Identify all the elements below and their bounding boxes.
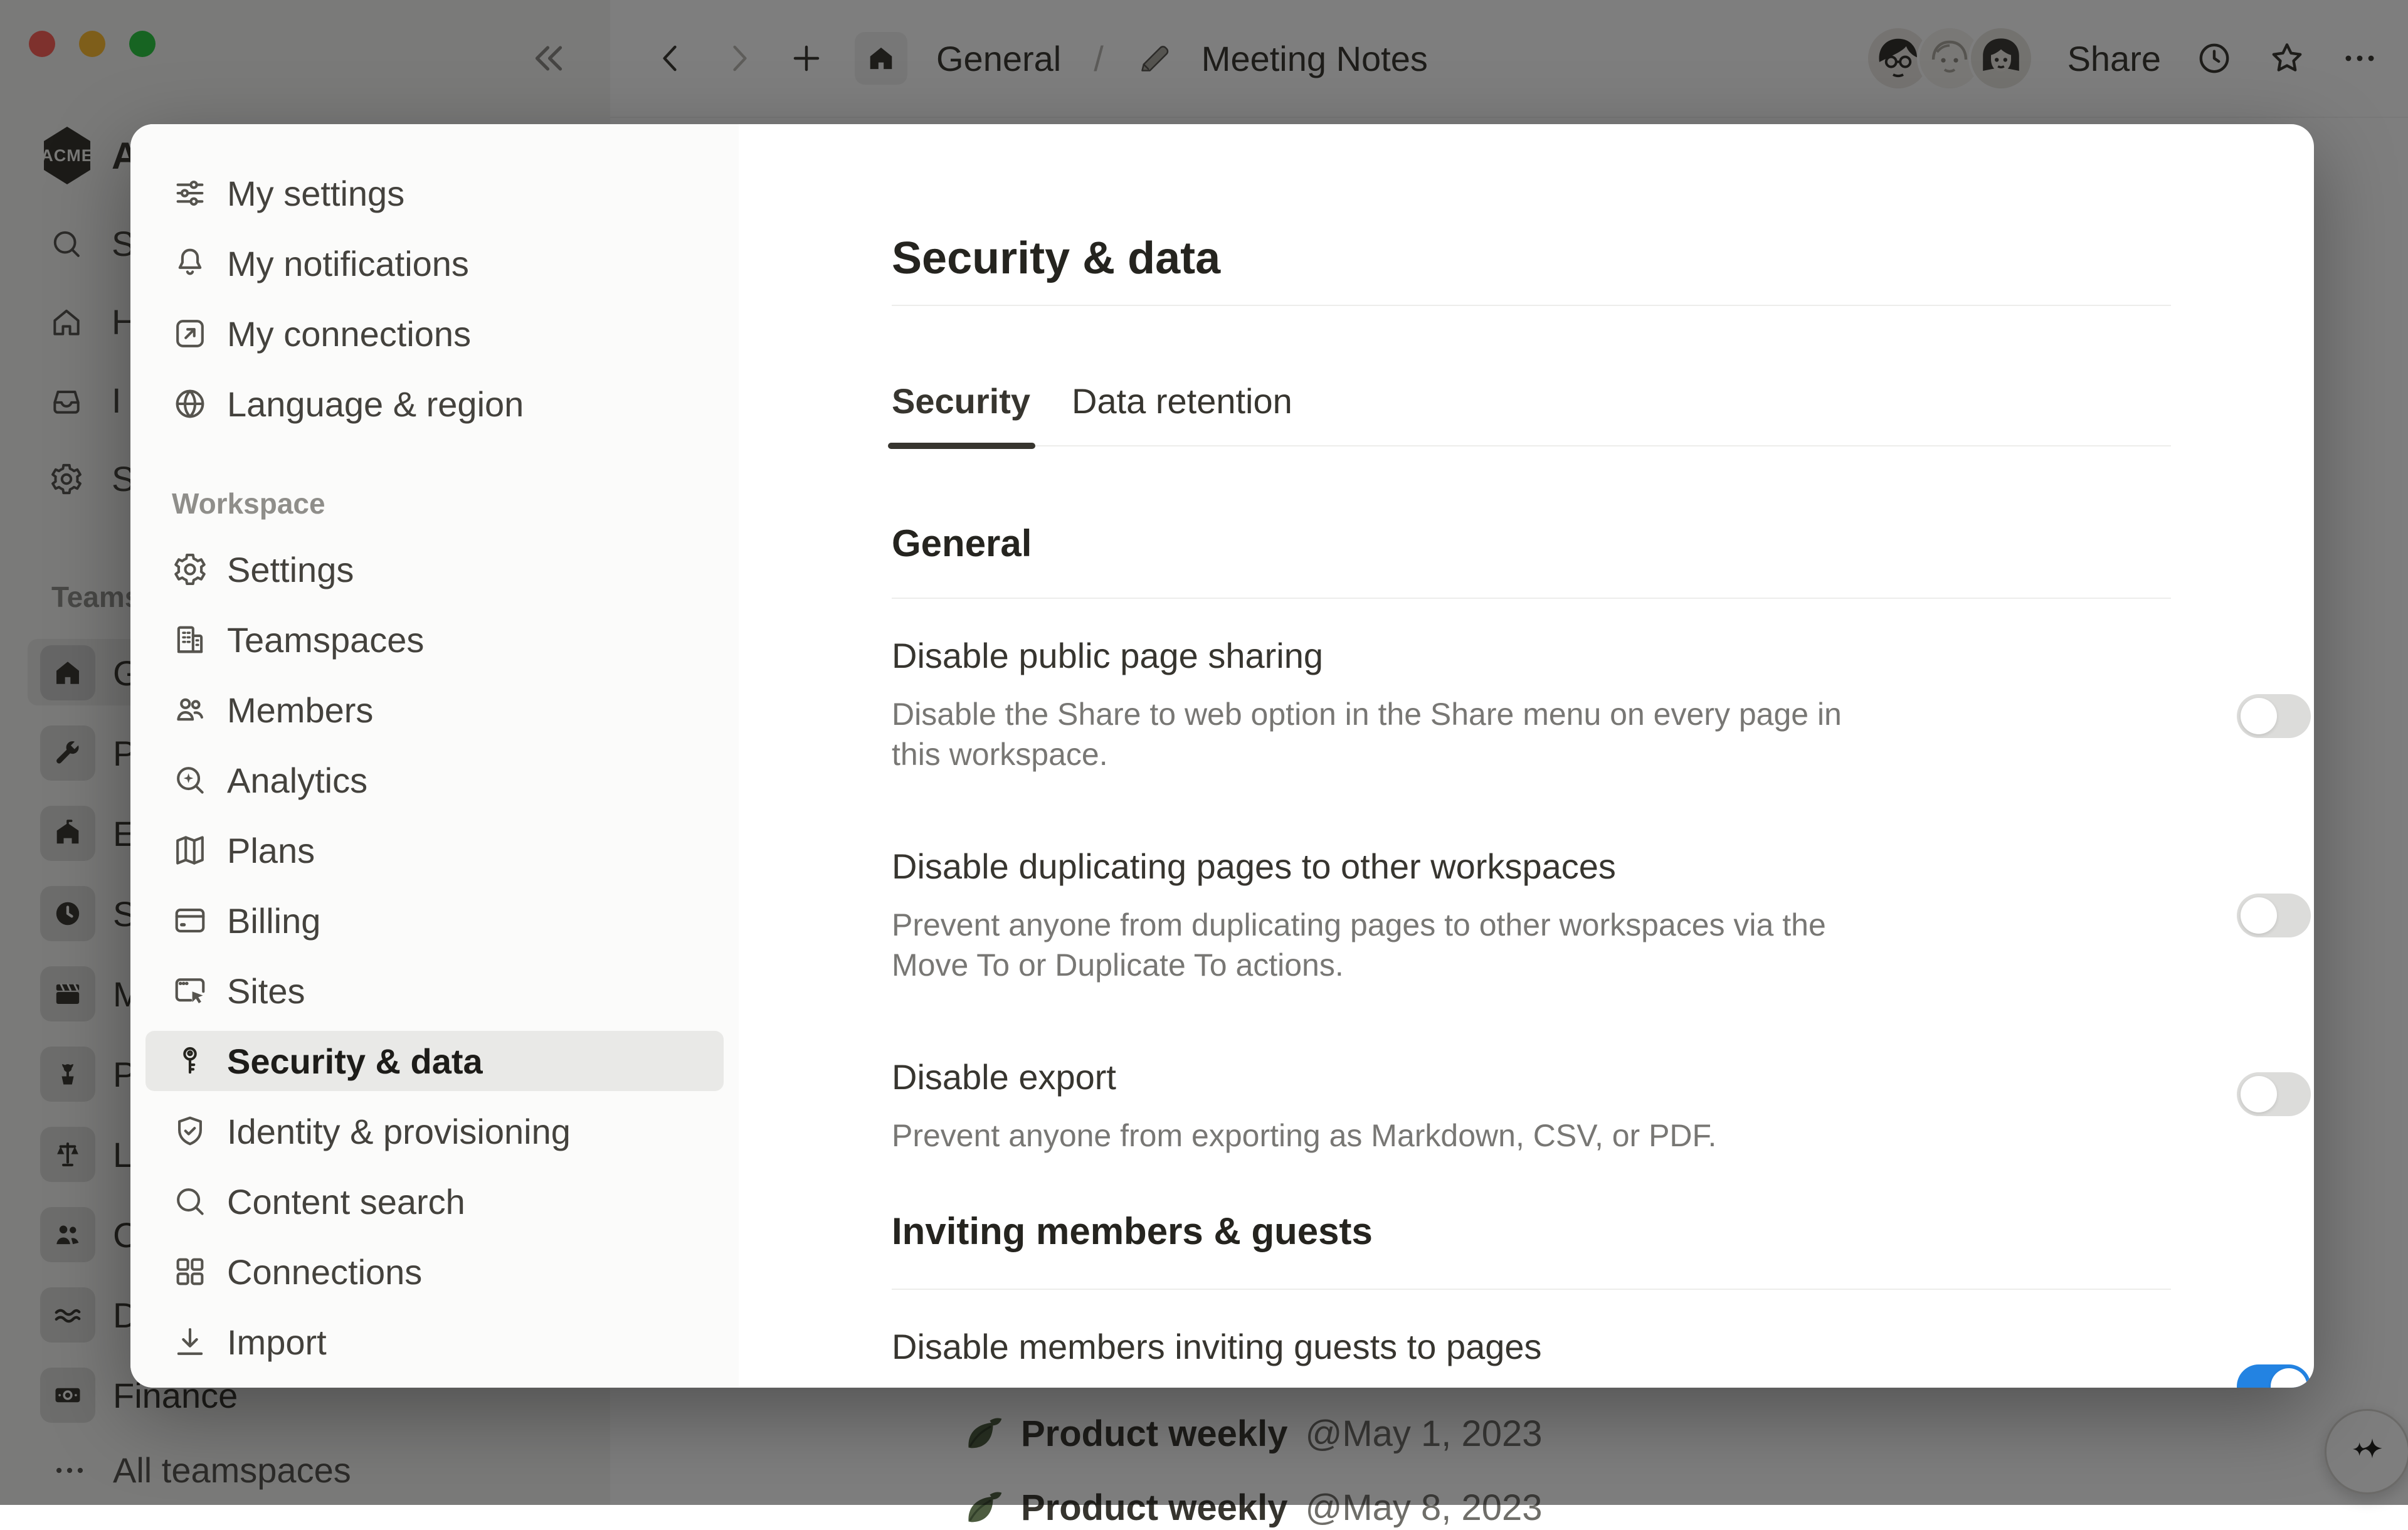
settings-nav-sites[interactable]: Sites [145,961,724,1021]
workspace-section-label: Workspace [172,487,739,520]
settings-nav-plans[interactable]: Plans [145,820,724,880]
settings-nav-settings[interactable]: Settings [145,539,724,599]
setting-row: Disable members inviting guests to pages [892,1290,2314,1388]
setting-row: Disable duplicating pages to other works… [892,810,2314,1020]
setting-title: Disable export [892,1055,2201,1099]
setting-row: Disable export Prevent anyone from export… [892,1020,2314,1191]
section-heading: Inviting members & guests [892,1208,2314,1255]
settings-nav-label: Import [227,1322,327,1363]
toggle-knob [2241,897,2277,934]
settings-nav-my-settings[interactable]: My settings [145,163,724,223]
toggle-knob [2271,1368,2307,1388]
settings-nav-label: Analytics [227,760,367,801]
settings-content: Security & data SecurityData retention G… [739,124,2314,1388]
active-tab-underline [888,443,1035,449]
toggle-knob [2241,1076,2277,1112]
setting-title: Disable public page sharing [892,634,2201,678]
building-icon [172,621,208,658]
toggle-knob [2241,698,2277,734]
page-title: Security & data [892,231,2314,286]
gear-icon [172,551,208,588]
key-icon [172,1043,208,1079]
section-heading: General [892,520,2314,567]
settings-nav-label: Billing [227,900,320,941]
toggle-off[interactable] [2237,1072,2311,1116]
shield-check-icon [172,1113,208,1149]
settings-sidebar: My settings My notifications My connection… [130,124,739,1388]
settings-nav-teamspaces[interactable]: Teamspaces [145,609,724,670]
settings-nav-my-notifications[interactable]: My notifications [145,233,724,293]
download-icon [172,1324,208,1360]
sliders-icon [172,175,208,211]
settings-nav-label: Teamspaces [227,620,424,660]
settings-nav-label: Plans [227,830,315,871]
toggle-off[interactable] [2237,694,2311,738]
browser-cursor-icon [172,973,208,1009]
settings-nav-label: Settings [227,549,354,590]
settings-nav-label: My notifications [227,243,469,284]
settings-nav-label: My settings [227,173,404,214]
settings-nav-connections[interactable]: Connections [145,1242,724,1302]
settings-nav-security-data[interactable]: Security & data [145,1031,724,1091]
bell-icon [172,245,208,282]
grid-icon [172,1253,208,1290]
settings-nav-billing[interactable]: Billing [145,890,724,951]
settings-nav-language-region[interactable]: Language & region [145,374,724,434]
globe-icon [172,386,208,422]
app-window: ACME A SHIS Teams GPESMPLCDFinance All t… [0,0,2408,1505]
divider [892,305,2171,306]
tab-data-retention[interactable]: Data retention [1072,380,1292,455]
setting-description: Disable the Share to web option in the S… [892,694,1883,774]
settings-nav-my-connections[interactable]: My connections [145,303,724,364]
settings-nav-label: My connections [227,314,471,354]
settings-modal: My settings My notifications My connection… [130,124,2314,1388]
setting-description: Prevent anyone from duplicating pages to… [892,905,1883,985]
setting-description: Prevent anyone from exporting as Markdow… [892,1116,1883,1156]
settings-nav-identity-provisioning[interactable]: Identity & provisioning [145,1101,724,1161]
settings-nav-label: Security & data [227,1041,483,1082]
settings-nav-label: Language & region [227,384,524,425]
settings-nav-label: Content search [227,1181,465,1222]
settings-nav-label: Members [227,690,373,731]
setting-row: Disable public page sharing Disable the S… [892,599,2314,810]
settings-nav-import[interactable]: Import [145,1312,724,1372]
arrow-up-right-square-icon [172,315,208,352]
toggle-on[interactable] [2237,1364,2311,1388]
settings-nav-content-search[interactable]: Content search [145,1171,724,1232]
magnifier-icon [172,1183,208,1220]
analytics-icon [172,762,208,798]
settings-nav-label: Sites [227,971,305,1011]
map-icon [172,832,208,868]
settings-nav-members[interactable]: Members [145,680,724,740]
settings-nav-analytics[interactable]: Analytics [145,750,724,810]
toggle-off[interactable] [2237,894,2311,937]
setting-title: Disable duplicating pages to other works… [892,845,2201,889]
settings-nav-label: Connections [227,1252,422,1292]
credit-card-icon [172,902,208,939]
members-icon [172,692,208,728]
tab-bar: SecurityData retention [892,380,2171,455]
settings-nav-label: Identity & provisioning [227,1111,571,1152]
setting-title: Disable members inviting guests to pages [892,1325,2201,1369]
